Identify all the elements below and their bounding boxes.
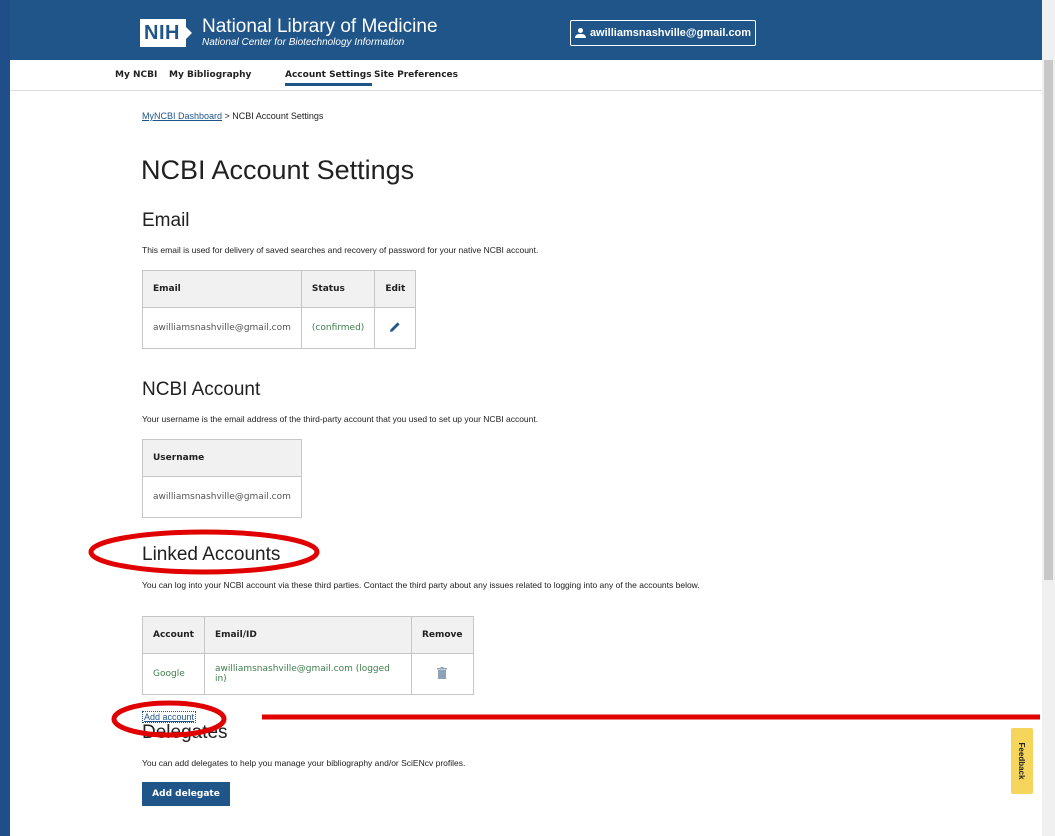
table-row: Google awilliamsnashville@gmail.com (log… [142,653,474,695]
add-delegate-button[interactable]: Add delegate [142,782,230,806]
email-cell: awilliamsnashville@gmail.com [142,307,302,349]
user-icon [574,28,586,38]
breadcrumb-dashboard-link[interactable]: MyNCBI Dashboard [142,111,222,121]
table-row: awilliamsnashville@gmail.com (confirmed) [142,307,417,349]
delegates-description: You can add delegates to help you manage… [142,758,466,768]
pencil-icon[interactable] [389,321,401,333]
feedback-label: Feedback [1017,742,1027,780]
tab-account-settings[interactable]: Account Settings [285,70,372,86]
nih-badge-icon: NIH [140,19,196,47]
remove-cell [410,653,474,695]
trash-icon[interactable] [437,666,448,679]
user-account-button[interactable]: awilliamsnashville@gmail.com [570,20,756,46]
tab-my-ncbi[interactable]: My NCBI [115,70,157,80]
account-cell: Google [142,653,205,695]
scrollbar-thumb[interactable] [1044,60,1053,580]
page-title: NCBI Account Settings [141,155,415,185]
window-left-edge [0,0,10,836]
username-col-header: Username [142,439,302,477]
ncbi-account-description: Your username is the email address of th… [142,414,539,424]
breadcrumb-separator: > [222,111,233,121]
delegates-heading: Delegates [142,722,228,743]
email-id-col-header: Email/ID [203,616,412,654]
linked-accounts-description: You can log into your NCBI account via t… [142,580,700,590]
linked-accounts-heading: Linked Accounts [142,544,281,565]
table-row: awilliamsnashville@gmail.com [142,476,302,518]
ncbi-account-heading: NCBI Account [142,379,261,400]
edit-col-header: Edit [374,270,417,308]
logo-title: National Library of Medicine [202,16,438,37]
email-heading: Email [142,210,190,231]
email-id-cell: awilliamsnashville@gmail.com (logged in) [203,653,412,695]
status-col-header: Status [300,270,376,308]
username-cell: awilliamsnashville@gmail.com [142,476,302,518]
account-col-header: Account [142,616,205,654]
feedback-tab[interactable]: Feedback [1011,728,1033,794]
email-col-header: Email [142,270,302,308]
linked-accounts-table: Account Email/ID Remove Google awilliams… [142,616,474,695]
email-table: Email Status Edit awilliamsnashville@gma… [142,270,417,349]
email-description: This email is used for delivery of saved… [142,245,539,255]
tab-site-preferences[interactable]: Site Preferences [374,70,458,80]
sub-navigation: My NCBI My Bibliography Account Settings… [10,60,1042,91]
user-email: awilliamsnashville@gmail.com [589,27,752,39]
nih-badge-text: NIH [144,22,180,44]
logo-subtitle: National Center for Biotechnology Inform… [202,37,405,48]
nlm-logo[interactable]: NIH National Library of Medicine Nationa… [140,17,438,49]
breadcrumb-current: NCBI Account Settings [232,111,324,121]
tab-my-bibliography[interactable]: My Bibliography [169,70,251,80]
remove-col-header: Remove [410,616,474,654]
edit-cell [374,307,417,349]
username-table: Username awilliamsnashville@gmail.com [142,439,302,518]
breadcrumb: MyNCBI Dashboard > NCBI Account Settings [142,111,323,121]
site-header: NIH National Library of Medicine Nationa… [10,0,1042,60]
status-cell: (confirmed) [300,307,376,349]
